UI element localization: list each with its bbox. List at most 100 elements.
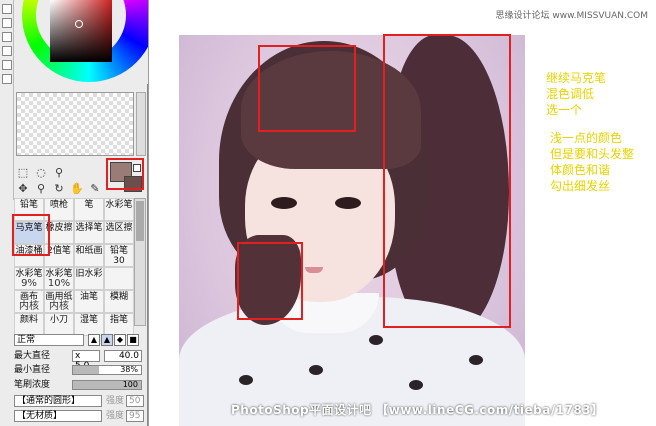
- brush-watercolor[interactable]: 水彩笔: [104, 198, 134, 221]
- max-diameter-value[interactable]: 40.0: [104, 350, 142, 362]
- min-diameter-fill: [73, 366, 99, 374]
- note-line: 但是要和头发整: [550, 147, 635, 161]
- density-slider[interactable]: 100: [72, 380, 142, 390]
- strip-button[interactable]: [2, 32, 12, 42]
- strip-button[interactable]: [2, 74, 12, 84]
- brush-label: 铅笔: [19, 200, 38, 210]
- brush-knife[interactable]: 小刀: [44, 313, 74, 336]
- left-eye: [271, 197, 297, 209]
- color-picker-marker[interactable]: [75, 20, 83, 28]
- brush-shape-button[interactable]: ◆: [114, 334, 126, 346]
- min-diameter-value: 38%: [120, 365, 138, 374]
- strip-button[interactable]: [2, 18, 12, 28]
- brush-pen[interactable]: 笔: [74, 198, 104, 221]
- right-eye: [335, 197, 361, 209]
- note-line: 选一个: [546, 103, 583, 117]
- hair-lock-highlight-box: [237, 242, 303, 320]
- brush-canvas[interactable]: 画布 内核: [14, 290, 44, 313]
- site-watermark: 思缘设计论坛 www.MISSVUAN.COM: [495, 11, 648, 21]
- marker-highlight-box: [12, 214, 50, 256]
- canvas-icon: 内核: [19, 301, 39, 312]
- move-icon[interactable]: ✥: [16, 182, 30, 196]
- brush-label: 湿笔: [79, 315, 98, 325]
- note-line: 勾出细发丝: [550, 179, 611, 193]
- color-highlight-box: [106, 158, 144, 190]
- bottom-watermark: PhotoShop平面设计吧 【www.lineCG.com/tieba/178…: [231, 403, 604, 417]
- brush-label: 颜料: [19, 315, 38, 325]
- brush-watercolor[interactable]: 水彩笔 9%: [14, 267, 44, 290]
- color-wheel-area: [14, 0, 148, 84]
- texture-select[interactable]: 【无材质】: [14, 410, 102, 422]
- note-line: 体颜色和谐: [550, 163, 611, 177]
- strip-button[interactable]: [2, 46, 12, 56]
- bangs-highlight-box: [258, 45, 356, 132]
- brush-label: 笔: [84, 200, 94, 210]
- lasso-icon[interactable]: ◌: [34, 166, 48, 180]
- saturation-value-square[interactable]: [50, 0, 112, 62]
- brush-wet-pen[interactable]: 湿笔: [74, 313, 104, 336]
- brush-select-pen[interactable]: 选择笔: [74, 221, 104, 244]
- brush-select-eraser[interactable]: 选区擦: [104, 221, 134, 244]
- ponytail-highlight-box: [383, 34, 511, 328]
- tool-row-top: ⬚ ◌ ⚲: [16, 166, 66, 180]
- brush-label: 铅笔30: [109, 246, 128, 266]
- hand-icon[interactable]: ✋: [70, 182, 84, 196]
- shape-strength-value[interactable]: 50: [126, 395, 144, 407]
- brush-shape-button[interactable]: ▲: [88, 334, 100, 346]
- watercolor-icon: 10%: [47, 278, 71, 289]
- brush-oil-pen[interactable]: 油笔: [74, 290, 104, 313]
- watercolor-icon: 9%: [21, 278, 37, 289]
- drawing-paper-icon: 内核: [49, 301, 69, 312]
- brush-label: 油笔: [79, 292, 98, 302]
- note-line: 继续马克笔: [546, 71, 607, 85]
- max-diameter-label: 最大直径: [14, 351, 51, 361]
- brush-paper[interactable]: 和纸画: [74, 244, 104, 267]
- tool-panel: ⬚ ◌ ⚲ ✥ ⚲ ↻ ✋ ✎ 铅笔 喷枪笔水彩笔 马克笔 橡皮擦 选择笔 选区擦 油漆桶 2…: [0, 0, 148, 426]
- note-line: 混色调低: [546, 87, 595, 101]
- min-diameter-slider[interactable]: 38%: [72, 365, 142, 375]
- brush-pencil30[interactable]: 铅笔30: [104, 244, 134, 267]
- max-diameter-multiplier[interactable]: x 5.0: [72, 350, 100, 371]
- brush-label: 选择笔: [75, 223, 103, 233]
- density-label: 笔刷浓度: [14, 380, 51, 390]
- shirt-pattern: [309, 365, 323, 375]
- magic-wand-icon[interactable]: ⚲: [52, 166, 66, 180]
- shirt-pattern: [469, 355, 483, 365]
- brush-shape-button[interactable]: ▲: [101, 334, 113, 346]
- brush-blank[interactable]: [104, 267, 134, 290]
- shirt-pattern: [369, 335, 383, 345]
- brush-label: 喷枪: [49, 200, 68, 210]
- brush-label: 选区擦: [105, 223, 133, 233]
- brush-label: 小刀: [49, 315, 68, 325]
- panel-side-strip: [0, 0, 14, 200]
- canvas-area[interactable]: 思缘设计论坛 www.MISSVUAN.COM 继续马克笔 混色调低 选一个 浅一点…: [149, 0, 656, 426]
- brush-paint[interactable]: 颜料: [14, 313, 44, 336]
- brush-watercolor[interactable]: 水彩笔 10%: [44, 267, 74, 290]
- blend-mode-select[interactable]: 正常: [14, 334, 84, 346]
- brush-scroll-thumb[interactable]: [136, 201, 144, 241]
- brush-scrollbar[interactable]: [134, 198, 146, 326]
- brush-shape-select[interactable]: 【通常的圆形】: [14, 395, 102, 407]
- min-diameter-label: 最小直径: [14, 365, 51, 375]
- brush-blur[interactable]: 模糊: [104, 290, 134, 313]
- strip-button[interactable]: [2, 60, 12, 70]
- shape-strength-label: 强度: [106, 396, 125, 406]
- eyedropper-icon[interactable]: ✎: [88, 182, 102, 196]
- strip-button[interactable]: [2, 4, 12, 14]
- note-group-2: 浅一点的颜色 但是要和头发整 体颜色和谐 勾出细发丝: [550, 130, 634, 194]
- brush-old-watercolor[interactable]: 旧水彩: [74, 267, 104, 290]
- brush-label: 模糊: [109, 292, 128, 302]
- brush-drawing-paper[interactable]: 画用纸 内核: [44, 290, 74, 313]
- zoom-icon[interactable]: ⚲: [34, 182, 48, 196]
- rotate-icon[interactable]: ↻: [52, 182, 66, 196]
- brush-label: 水彩笔: [105, 200, 133, 210]
- brush-finger[interactable]: 指笔: [104, 313, 134, 336]
- brush-shape-button[interactable]: ■: [127, 334, 139, 346]
- selection-rect-icon[interactable]: ⬚: [16, 166, 30, 180]
- texture-strength-value[interactable]: 95: [126, 410, 144, 422]
- navigator-preview[interactable]: [16, 92, 134, 156]
- tool-row-bottom: ✥ ⚲ ↻ ✋ ✎: [16, 182, 102, 196]
- brush-label: 旧水彩: [75, 269, 103, 279]
- density-value: 100: [122, 380, 138, 389]
- preview-scrollbar[interactable]: [136, 92, 146, 156]
